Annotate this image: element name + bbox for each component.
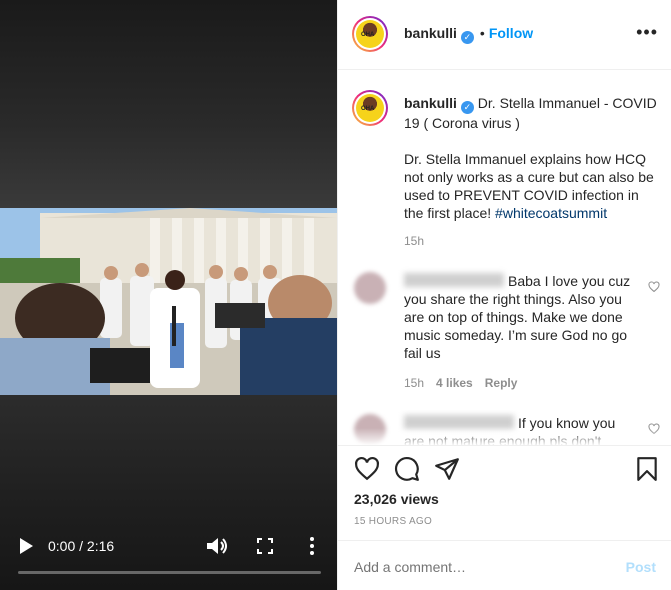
like-heart-icon[interactable] (354, 456, 380, 482)
video-time: 0:00 / 2:16 (48, 538, 115, 554)
video-frame (0, 208, 337, 395)
follow-button[interactable]: Follow (489, 25, 533, 41)
share-paper-plane-icon[interactable] (434, 456, 460, 482)
volume-icon[interactable] (206, 537, 228, 555)
caption-text: bankulli ✓ Dr. Stella Immanuel - COVID 19… (404, 94, 660, 240)
video-player[interactable]: 0:00 / 2:16 (0, 0, 337, 590)
caption-time: 15h (404, 234, 425, 248)
add-comment-bar: Post (338, 540, 671, 590)
video-controls: 0:00 / 2:16 (0, 530, 337, 590)
post-sidebar: bankulli✓•Follow ••• bankulli✓ Dr. Stell… (337, 0, 671, 590)
post-comment-button[interactable]: Post (626, 559, 656, 575)
save-bookmark-icon[interactable] (634, 456, 660, 482)
post-header: bankulli✓ •Follow ••• (338, 0, 671, 70)
video-progress-bar[interactable] (18, 571, 321, 574)
caption-verified-icon: ✓ (460, 101, 474, 114)
comment-time: 15h (404, 376, 425, 390)
caption-username[interactable]: bankulli (404, 95, 457, 111)
post-actions: 23,026 views 15 HOURS AGO (338, 445, 671, 540)
caption-avatar[interactable] (352, 90, 388, 126)
play-icon[interactable] (18, 537, 34, 555)
hashtag-link[interactable]: #whitecoatsummit (495, 205, 607, 221)
post-options-icon[interactable]: ••• (636, 22, 658, 43)
add-comment-input[interactable] (354, 559, 594, 575)
commenter-username-blurred[interactable] (404, 273, 504, 287)
comments-fade (338, 428, 671, 446)
separator-dot: • (479, 25, 485, 41)
comment-bubble-icon[interactable] (394, 456, 420, 482)
comment-text: Baba I love you cuz you share the right … (404, 272, 636, 362)
author-username[interactable]: bankulli (404, 25, 457, 41)
comment-reply-button[interactable]: Reply (485, 376, 518, 390)
comment-meta: 15h 4 likes Reply (404, 376, 529, 390)
author-avatar[interactable] (352, 16, 388, 52)
verified-badge-icon: ✓ (460, 31, 474, 44)
comment-likes[interactable]: 4 likes (436, 376, 473, 390)
posted-time: 15 HOURS AGO (354, 516, 433, 527)
commenter-avatar[interactable] (354, 272, 386, 304)
commenter-username-blurred[interactable] (404, 415, 514, 429)
view-count[interactable]: 23,026 views (354, 491, 439, 507)
fullscreen-icon[interactable] (257, 538, 273, 554)
video-letterbox-top (0, 0, 337, 208)
more-options-icon[interactable] (306, 536, 318, 556)
header-user-line: bankulli ✓ • Follow (404, 25, 533, 44)
press-conference-image (0, 208, 337, 395)
comment-like-heart-icon[interactable] (648, 281, 660, 293)
